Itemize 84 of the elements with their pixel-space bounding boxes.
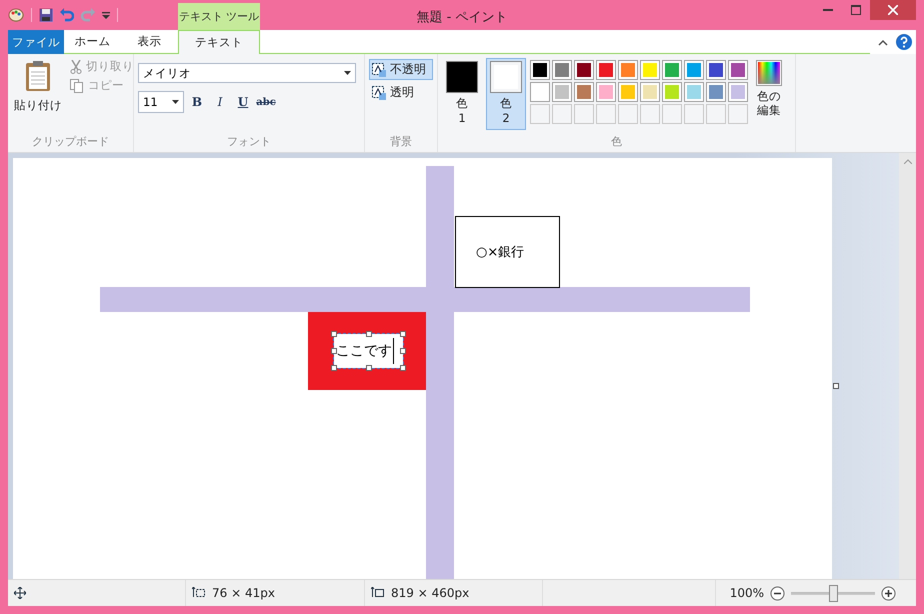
palette-color[interactable] [640, 82, 660, 102]
vertical-scrollbar[interactable] [899, 153, 916, 579]
palette-color[interactable] [552, 60, 572, 80]
palette-color[interactable] [684, 82, 704, 102]
empty-color-slot[interactable] [574, 104, 594, 124]
spectrum-icon [756, 60, 782, 86]
undo-icon[interactable] [60, 8, 74, 22]
context-tab-label: テキスト ツール [178, 3, 260, 30]
italic-button[interactable]: I [210, 95, 230, 109]
palette-color[interactable] [530, 60, 550, 80]
palette-color[interactable] [706, 60, 726, 80]
scissors-icon [70, 60, 82, 74]
empty-color-slot[interactable] [552, 104, 572, 124]
underline-button[interactable]: U [233, 95, 253, 109]
palette-color[interactable] [640, 60, 660, 80]
empty-color-slot[interactable] [684, 104, 704, 124]
palette-color[interactable] [552, 82, 572, 102]
group-label: 色 [610, 134, 623, 150]
group-label: フォント [226, 134, 272, 150]
image-size-icon [371, 587, 385, 599]
palette-color[interactable] [728, 60, 748, 80]
resize-handle[interactable] [833, 383, 839, 389]
palette-color[interactable] [662, 60, 682, 80]
edit-colors-button[interactable]: 色の編集 [752, 58, 786, 134]
empty-color-slot[interactable] [706, 104, 726, 124]
minimize-icon [823, 9, 833, 11]
empty-color-slot[interactable] [530, 104, 550, 124]
scroll-up-icon [904, 159, 912, 164]
text-background-icon [372, 62, 386, 76]
color-swatch [491, 62, 521, 92]
palette-color[interactable] [728, 82, 748, 102]
zoom-out-icon[interactable] [770, 586, 785, 600]
maximize-icon [851, 5, 861, 15]
empty-color-slot[interactable] [640, 104, 660, 124]
bold-button[interactable]: B [187, 95, 207, 109]
palette-color[interactable] [596, 60, 616, 80]
group-label: 背景 [389, 134, 413, 150]
palette-color[interactable] [618, 60, 638, 80]
zoom-in-icon[interactable] [881, 586, 896, 600]
help-icon[interactable] [896, 34, 912, 50]
palette-color[interactable] [662, 82, 682, 102]
palette-color[interactable] [574, 82, 594, 102]
empty-color-slot[interactable] [728, 104, 748, 124]
paint-palette-icon[interactable] [8, 8, 24, 22]
dropdown-caret-icon [344, 71, 351, 75]
color-swatch [447, 62, 477, 92]
move-cursor-icon [14, 587, 26, 599]
copy-icon [70, 78, 84, 92]
strikethrough-button[interactable]: abc [256, 96, 276, 108]
palette-color[interactable] [706, 82, 726, 102]
close-icon [888, 5, 898, 15]
palette-color[interactable] [596, 82, 616, 102]
window-title: 無題 - ペイント [416, 9, 508, 26]
zoom-percent: 100% [730, 586, 764, 600]
collapse-ribbon-icon[interactable] [878, 38, 888, 46]
palette-color[interactable] [684, 60, 704, 80]
text-background-icon [372, 86, 386, 100]
save-icon[interactable] [39, 8, 53, 22]
palette-color[interactable] [574, 60, 594, 80]
image-size-text: 819 × 460px [391, 586, 470, 600]
color-selector[interactable]: 色 2 [486, 58, 526, 130]
font-size-dropdown[interactable]: 11 [138, 91, 184, 113]
bank-label: ○×銀行 [455, 216, 560, 288]
ribbon-tab[interactable]: ファイル [8, 30, 64, 54]
color-selector[interactable]: 色 1 [442, 58, 482, 130]
font-family-dropdown[interactable]: メイリオ [138, 63, 356, 83]
background-option[interactable]: 不透明 [369, 59, 433, 80]
palette-color[interactable] [530, 82, 550, 102]
selection-size-icon [192, 587, 206, 599]
empty-color-slot[interactable] [596, 104, 616, 124]
palette-color[interactable] [618, 82, 638, 102]
paste-button[interactable]: 貼り付け [12, 58, 64, 134]
customize-caret-icon[interactable] [102, 11, 110, 19]
clipboard-icon [25, 60, 51, 92]
empty-color-slot[interactable] [662, 104, 682, 124]
empty-color-slot[interactable] [618, 104, 638, 124]
drawing-canvas[interactable]: ○×銀行 ここです [13, 158, 832, 579]
background-option[interactable]: 透明 [369, 82, 433, 103]
selection-size-text: 76 × 41px [212, 586, 275, 600]
group-label: クリップボード [31, 134, 110, 150]
text-input-box[interactable]: ここです [334, 334, 403, 368]
close-button[interactable] [870, 0, 916, 20]
ribbon-tab[interactable]: テキスト [178, 30, 260, 54]
dropdown-caret-icon [172, 100, 179, 104]
